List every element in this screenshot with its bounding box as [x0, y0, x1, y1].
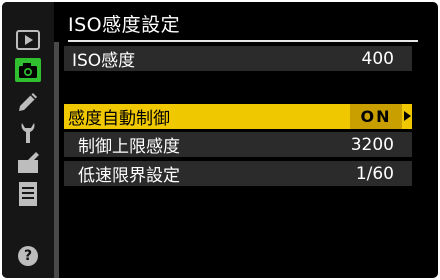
- min-shutter-speed-value: 1/60: [355, 163, 394, 184]
- playback-icon[interactable]: [15, 27, 41, 53]
- max-sensitivity-value: 3200: [350, 134, 394, 155]
- retouch-icon[interactable]: [15, 150, 41, 176]
- camera-icon[interactable]: [15, 57, 41, 83]
- help-label: ?: [18, 246, 38, 266]
- auto-iso-control-row[interactable]: 感度自動制御 ON: [64, 104, 412, 129]
- iso-sensitivity-row[interactable]: ISO感度 400: [64, 46, 412, 71]
- auto-iso-control-value: ON: [350, 104, 402, 129]
- min-shutter-speed-label: 低速限界設定: [78, 166, 180, 186]
- help-icon[interactable]: ?: [15, 243, 41, 269]
- title-underline: [68, 40, 418, 42]
- menu-sidebar: ?: [2, 2, 54, 278]
- wrench-icon[interactable]: [15, 120, 41, 146]
- iso-sensitivity-value: 400: [361, 48, 394, 69]
- pencil-icon[interactable]: [15, 89, 41, 115]
- sidebar-divider: [54, 42, 59, 278]
- camera-menu-screen: ? ISO感度設定 ISO感度 400 感度自動制御 ON 制御上限感度 320…: [2, 2, 438, 278]
- max-sensitivity-row[interactable]: 制御上限感度 3200: [64, 132, 412, 157]
- page-title: ISO感度設定: [68, 14, 181, 36]
- chevron-right-icon: [404, 111, 411, 121]
- my-menu-icon[interactable]: [15, 181, 41, 207]
- max-sensitivity-label: 制御上限感度: [78, 137, 180, 157]
- iso-sensitivity-label: ISO感度: [72, 51, 136, 71]
- min-shutter-speed-row[interactable]: 低速限界設定 1/60: [64, 161, 412, 186]
